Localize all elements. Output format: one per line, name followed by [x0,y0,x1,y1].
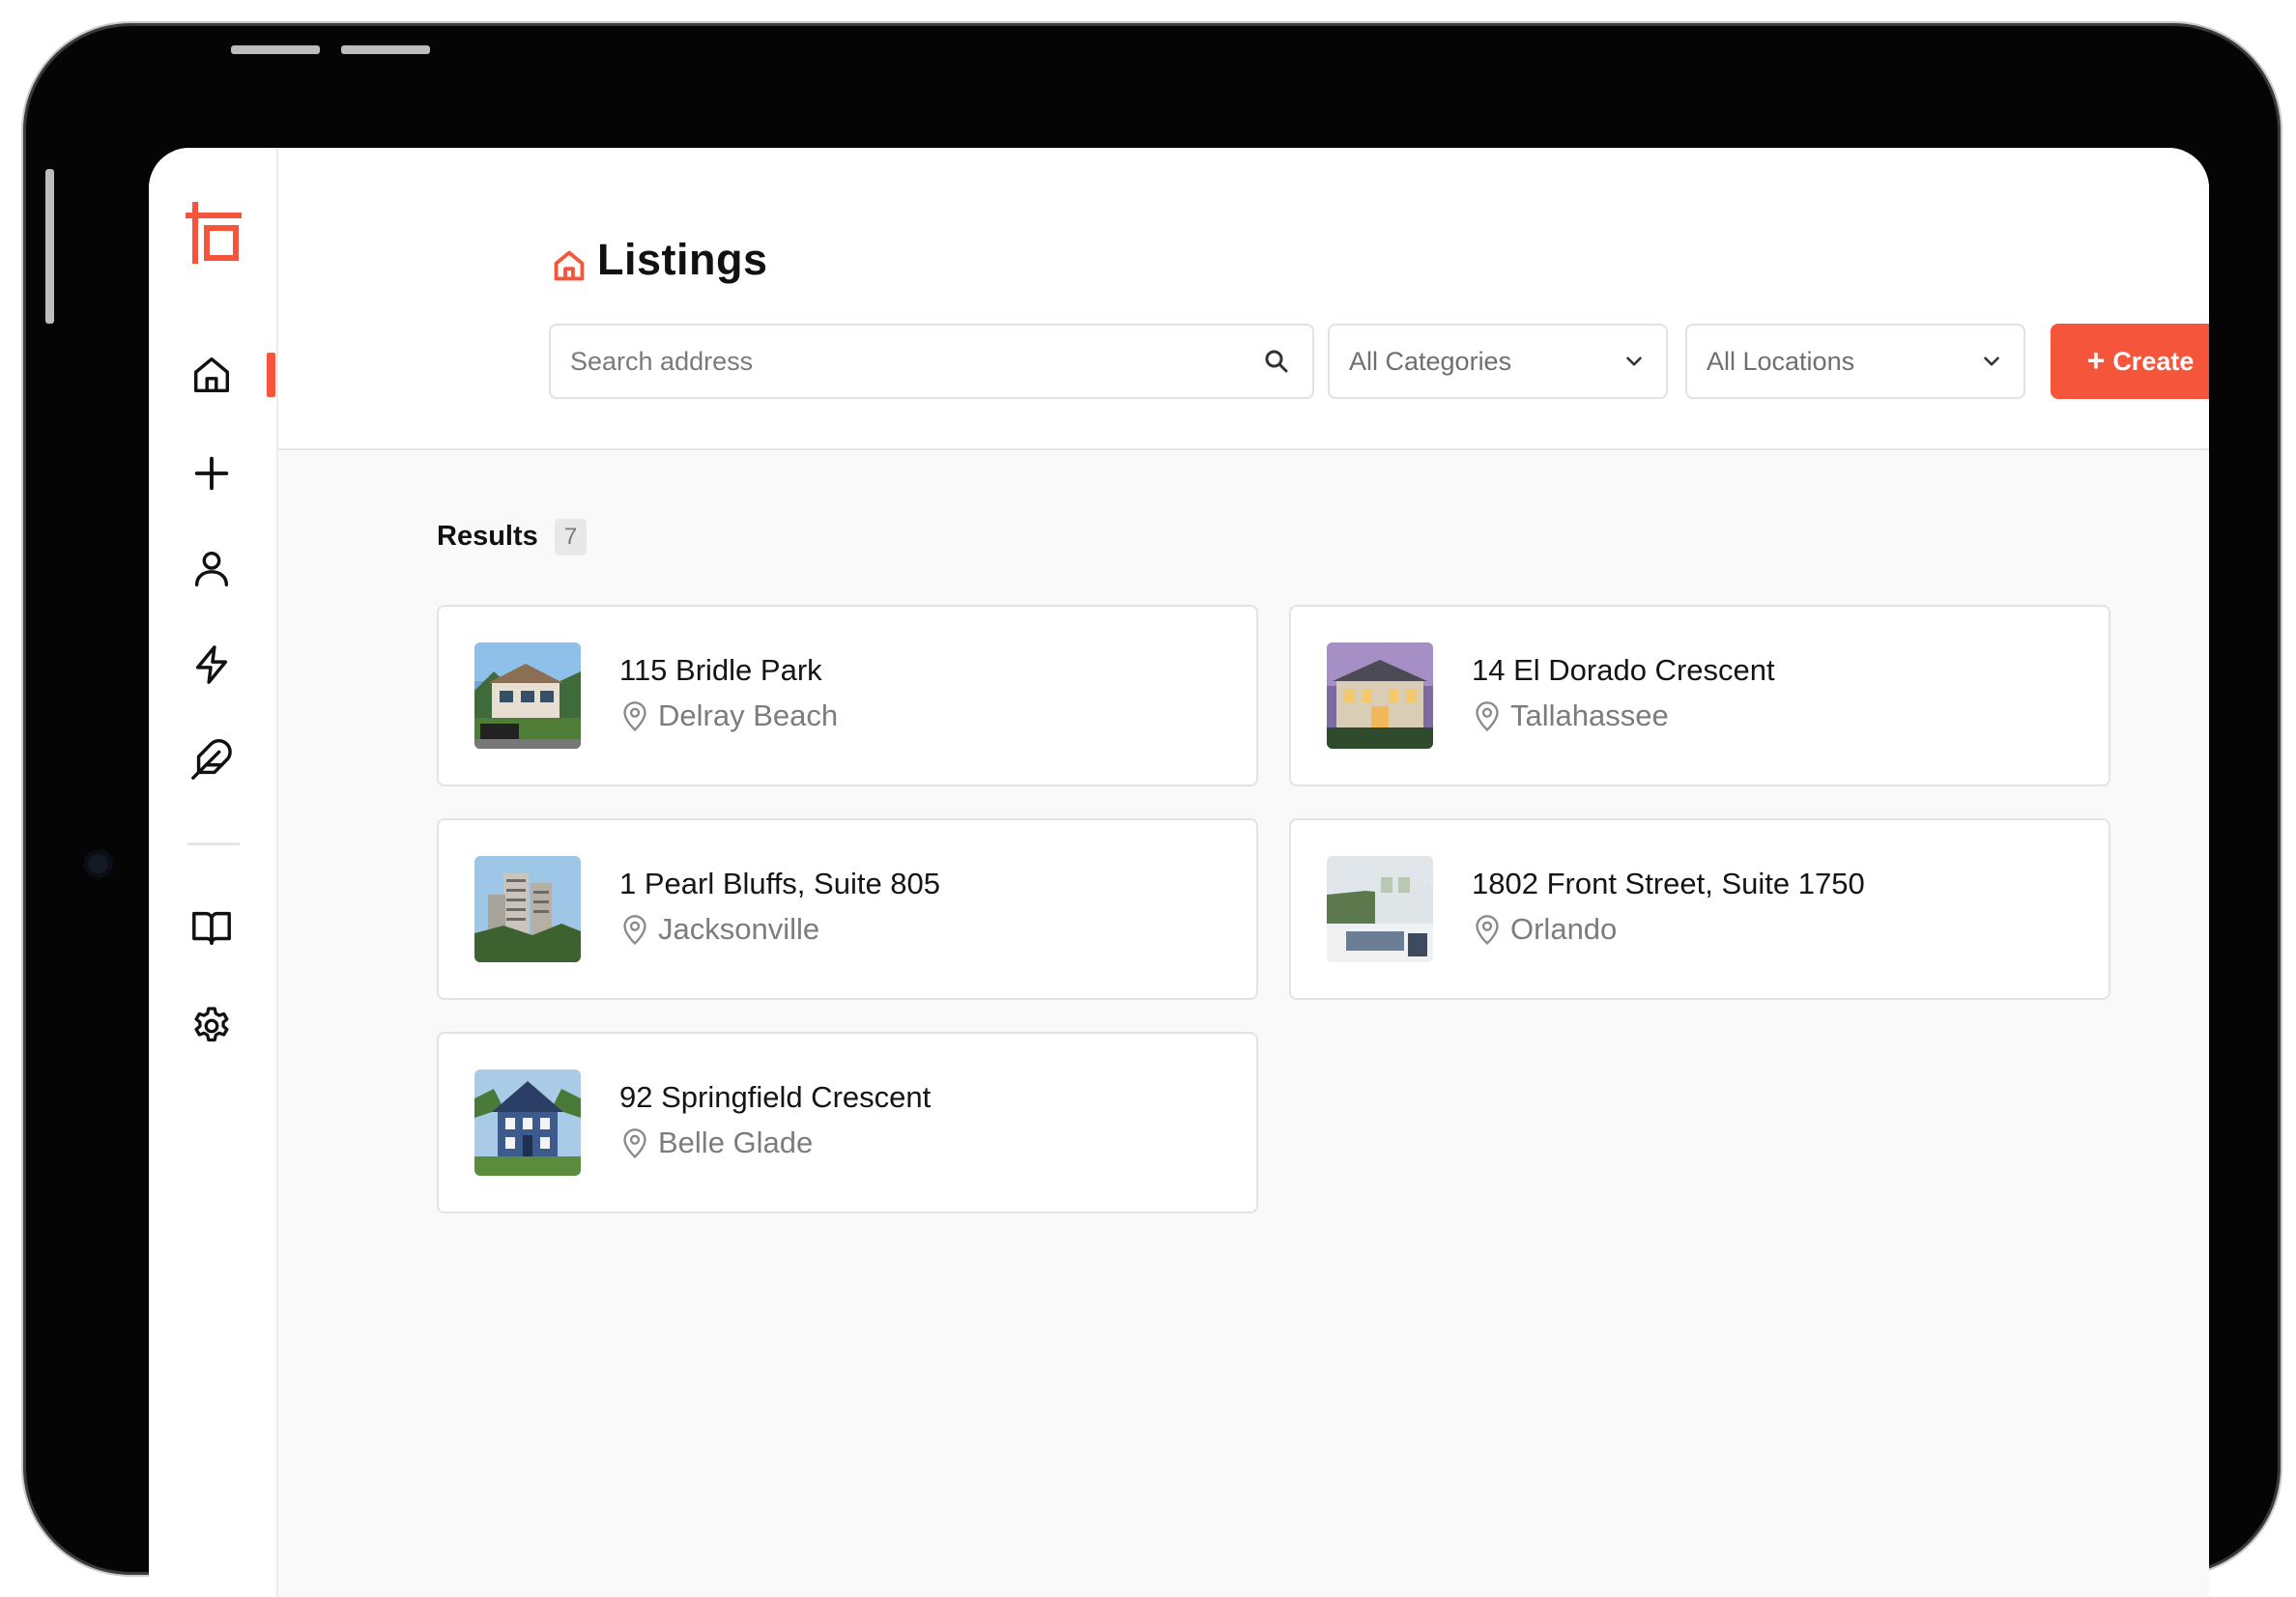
nav-feather[interactable] [187,735,236,784]
nav-settings[interactable] [187,1002,236,1050]
listing-thumbnail [474,642,581,749]
listing-location: Belle Glade [619,1126,813,1160]
listing-card[interactable]: 1 Pearl Bluffs, Suite 805 Jacksonville [437,818,1258,1000]
nav-docs[interactable] [187,903,236,952]
listing-location: Delray Beach [619,699,838,733]
chevron-down-icon [1984,356,1999,366]
mansion-dusk-photo [1327,642,1433,749]
category-select[interactable]: All Categories [1328,324,1668,399]
listing-location: Tallahassee [1472,699,1669,733]
category-select-value: All Categories [1349,346,1512,376]
listing-city: Delray Beach [658,699,839,732]
app-screen: Listings All Categories All Locations [149,148,2209,1597]
rooftop-terrace-photo [1327,856,1433,962]
page-header: Listings All Categories All Locations [278,148,2209,450]
nav-active-indicator [267,353,275,397]
listing-city: Orlando [1510,912,1618,946]
results-count-badge: 7 [555,519,587,556]
listing-card[interactable]: 92 Springfield Crescent Belle Glade [437,1032,1258,1213]
nav-home[interactable] [187,351,236,399]
home-icon [554,250,585,281]
map-pin-icon [1476,701,1499,731]
nav-profile[interactable] [187,544,236,592]
listing-card[interactable]: 115 Bridle Park Delray Beach [437,605,1258,786]
map-pin-icon [623,1128,646,1158]
listing-address: 1 Pearl Bluffs, Suite 805 [619,867,941,900]
front-camera [84,849,113,878]
listing-thumbnail [474,1069,581,1176]
listing-address: 92 Springfield Crescent [619,1080,932,1114]
plus-icon [194,456,229,491]
results-label: Results [437,521,538,552]
listing-city: Jacksonville [658,912,820,946]
map-pin-icon [1476,915,1499,945]
listing-thumbnail [1327,642,1433,749]
search-box[interactable] [549,324,1314,399]
book-icon [192,911,231,946]
listing-address: 1802 Front Street, Suite 1750 [1472,867,1865,900]
nav-activity[interactable] [187,641,236,689]
listing-location: Jacksonville [619,912,819,947]
nav-add[interactable] [187,449,236,498]
user-icon [194,551,229,586]
map-pin-icon [623,915,646,945]
modern-house-photo [474,642,581,749]
listing-city: Tallahassee [1510,699,1669,732]
create-button[interactable]: + Create [2051,324,2209,399]
gear-icon [194,1007,229,1042]
listing-city: Belle Glade [658,1126,814,1159]
blue-house-photo [474,1069,581,1176]
app-logo [186,202,242,264]
listing-card[interactable]: 1802 Front Street, Suite 1750 Orlando [1289,818,2110,1000]
listing-location: Orlando [1472,912,1617,947]
chevron-down-icon [1626,356,1642,366]
location-select-value: All Locations [1707,346,1855,376]
volume-button [341,45,430,54]
search-input[interactable] [551,325,1262,398]
create-button-label: Create [2112,346,2195,376]
page-title: Listings [597,235,768,284]
listing-card[interactable]: 14 El Dorado Crescent Tallahassee [1289,605,2110,786]
map-pin-icon [623,701,646,731]
location-select[interactable]: All Locations [1685,324,2025,399]
listing-thumbnail [474,856,581,962]
plus-icon: + [2086,342,2106,378]
volume-button [231,45,320,54]
nav-divider [187,842,240,845]
listing-thumbnail [1327,856,1433,962]
sidebar [149,148,278,1597]
search-icon[interactable] [1262,347,1291,376]
side-button [45,169,54,324]
home-icon [193,356,230,393]
listing-address: 115 Bridle Park [619,653,822,687]
listing-address: 14 El Dorado Crescent [1472,653,1775,687]
tower-blocks-photo [474,856,581,962]
feather-icon [191,739,232,780]
tablet-frame: Listings All Categories All Locations [26,26,2278,1597]
lightning-icon [195,645,228,684]
